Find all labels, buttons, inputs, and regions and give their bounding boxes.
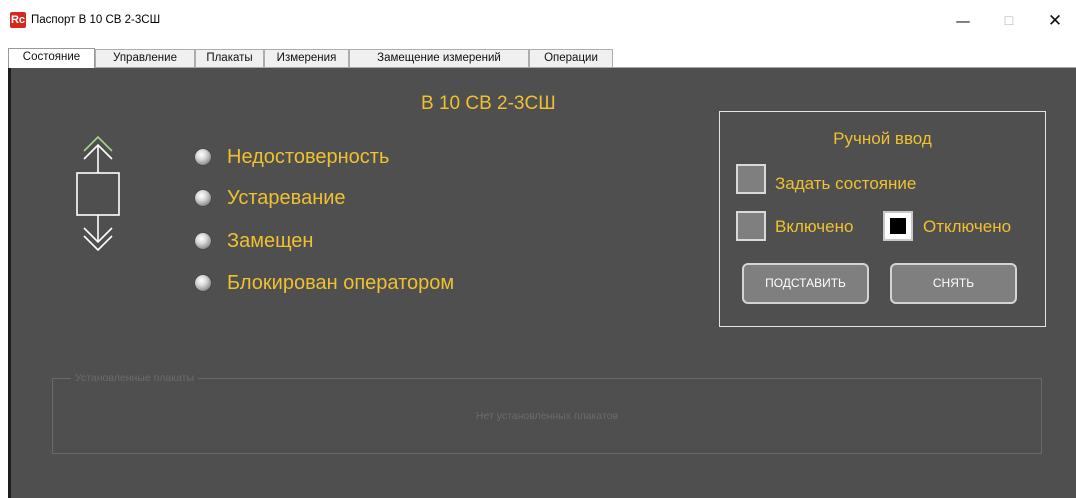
status-label: Устаревание: [227, 187, 346, 209]
state-panel: В 10 СВ 2-3СШ Недостоверность Устаревани…: [8, 67, 1076, 498]
status-indicator-led: [195, 275, 211, 291]
tab-state[interactable]: Состояние: [8, 48, 95, 68]
installed-posters-legend: Установленные плакаты: [71, 371, 199, 385]
remove-button[interactable]: СНЯТЬ: [890, 263, 1017, 304]
tab-operations[interactable]: Операции: [529, 49, 613, 67]
tab-control[interactable]: Управление: [95, 49, 195, 67]
status-label: Недостоверность: [227, 146, 390, 168]
close-button[interactable]: ✕: [1032, 6, 1076, 36]
set-state-checkbox[interactable]: [736, 164, 766, 194]
on-state-checkbox[interactable]: [736, 211, 766, 241]
on-state-label: Включено: [775, 217, 854, 236]
tab-posters[interactable]: Плакаты: [195, 49, 264, 67]
device-title: В 10 СВ 2-3СШ: [421, 93, 556, 114]
breaker-symbol-icon: [76, 135, 120, 252]
status-label: Замещен: [227, 230, 314, 252]
status-label: Блокирован оператором: [227, 272, 455, 294]
maximize-button[interactable]: ☐: [986, 6, 1032, 36]
minimize-button[interactable]: —: [940, 6, 986, 36]
off-state-checkbox[interactable]: [883, 211, 913, 241]
off-state-label: Отключено: [923, 217, 1012, 236]
manual-input-group: Ручной ввод Задать состояние Включено От…: [719, 111, 1046, 327]
installed-posters-group: Установленные плакаты Нет установленных …: [52, 371, 1042, 454]
status-indicator-led: [195, 233, 211, 249]
status-indicator-led: [195, 190, 211, 206]
no-posters-text: Нет установленных плакатов: [475, 410, 619, 422]
substitute-button[interactable]: ПОДСТАВИТЬ: [742, 263, 869, 304]
app-logo-icon: Rc: [10, 12, 26, 28]
status-indicator-led: [195, 149, 211, 165]
window-title: Паспорт В 10 СВ 2-3СШ: [31, 14, 161, 26]
set-state-label: Задать состояние: [775, 174, 917, 193]
tab-measurements[interactable]: Измерения: [264, 49, 349, 67]
tab-measurement-substitution[interactable]: Замещение измерений: [349, 49, 529, 67]
manual-input-title: Ручной ввод: [833, 129, 932, 148]
window-titlebar: Rc Паспорт В 10 СВ 2-3СШ — ☐ ✕: [0, 0, 1076, 46]
